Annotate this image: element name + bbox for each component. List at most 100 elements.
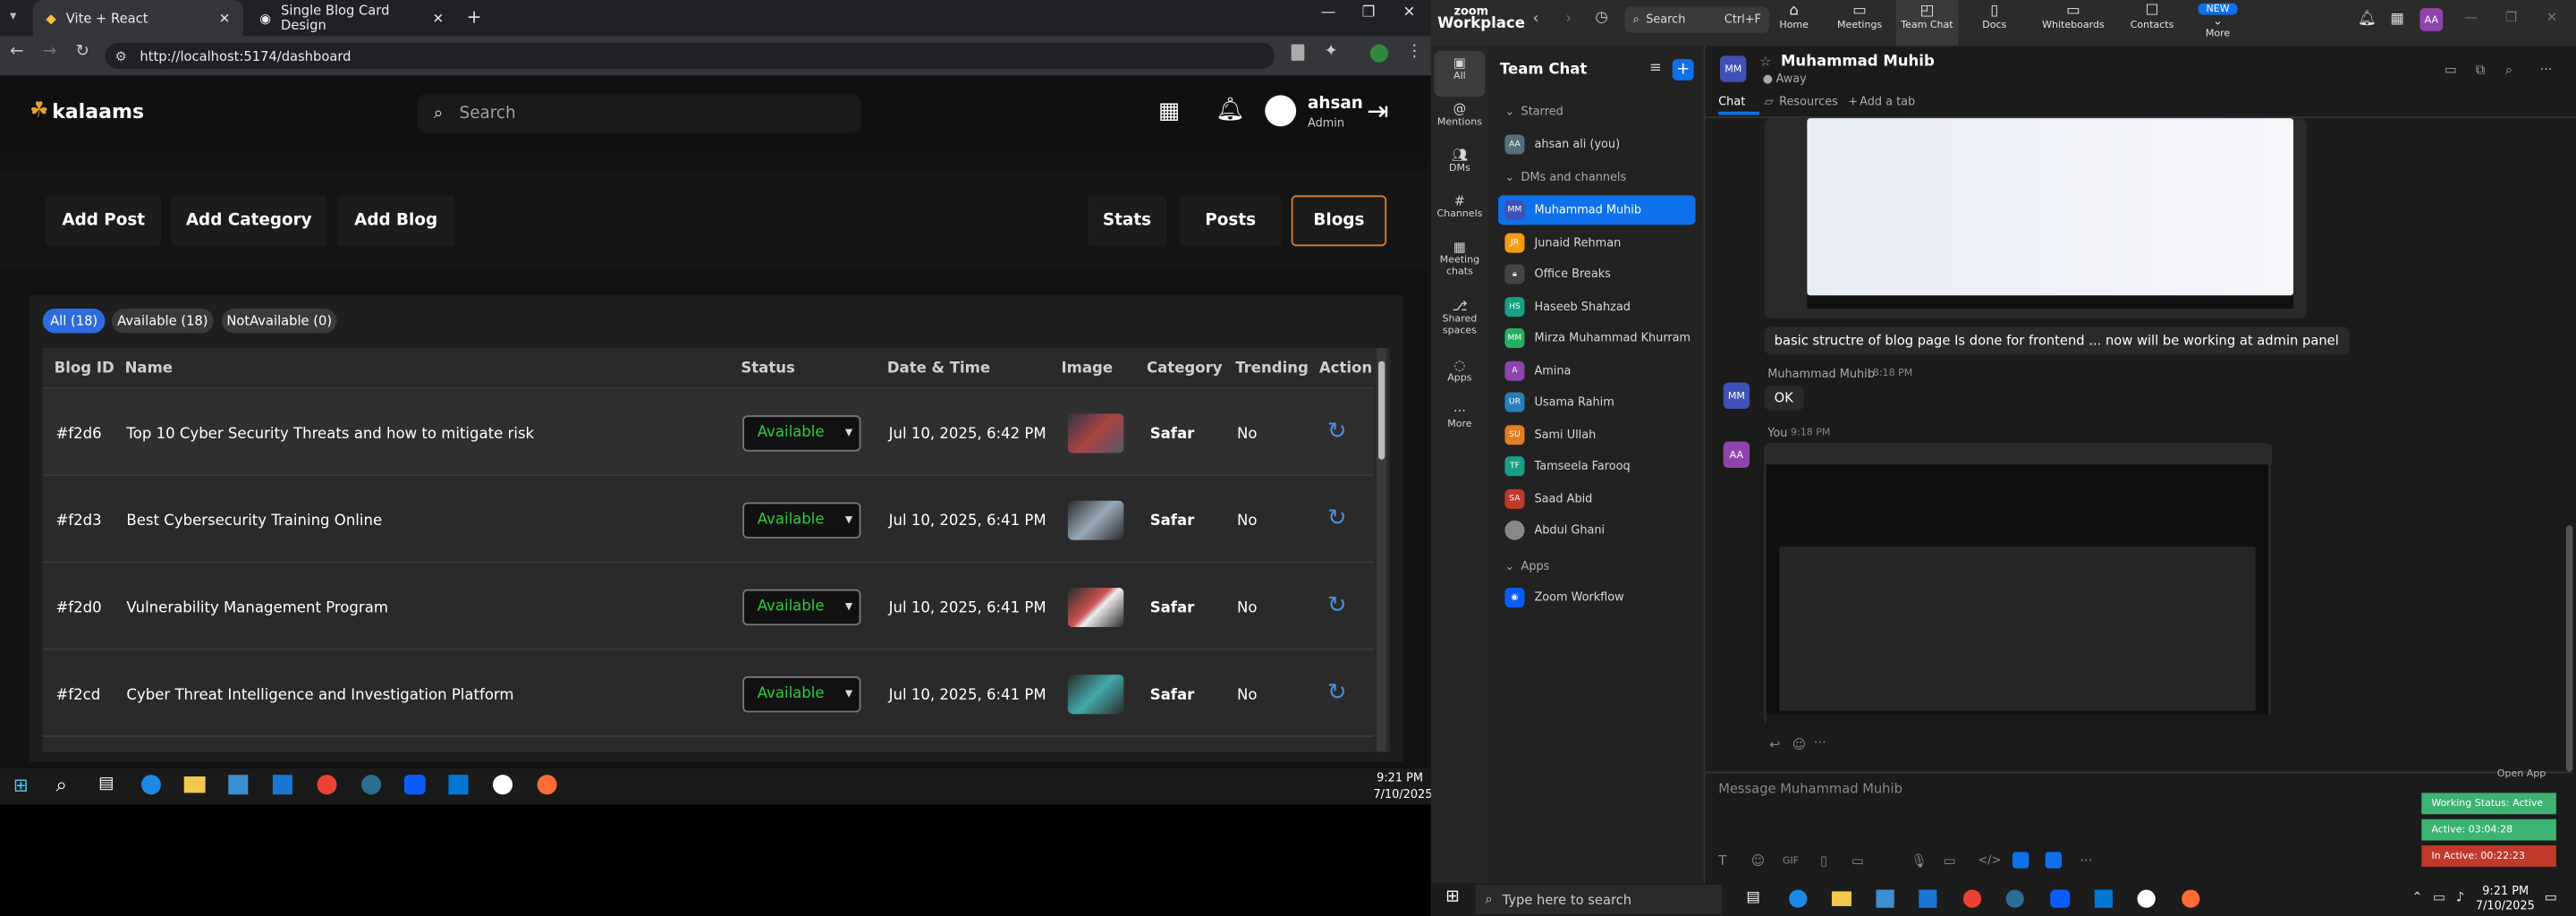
gif-icon[interactable]: GIF <box>1783 855 1799 867</box>
tab-resources[interactable]: Resources <box>1779 95 1838 108</box>
logo[interactable]: ☘ kalaams <box>30 98 144 123</box>
new-chat-icon[interactable]: + <box>1672 59 1694 81</box>
rail-all[interactable]: ▣ All <box>1434 50 1486 98</box>
postman-icon[interactable] <box>537 775 557 795</box>
add-blog-button[interactable]: Add Blog <box>336 195 455 247</box>
col-category[interactable]: Category <box>1147 361 1223 377</box>
screenshot-icon[interactable]: ▭ <box>1852 853 1864 869</box>
section-starred[interactable]: ⌄ Starred <box>1498 97 1695 126</box>
chat-item[interactable]: SA Saad Abid <box>1498 484 1695 513</box>
network-icon[interactable]: ▭ <box>2433 890 2445 905</box>
chat-item-me[interactable]: AA ahsan ali (you) <box>1498 130 1695 159</box>
notification-icon[interactable]: ▭ <box>2545 890 2557 905</box>
nav-meetings[interactable]: ▭ Meetings <box>1834 4 1886 31</box>
chat-title[interactable]: Muhammad Muhib <box>1781 55 1935 71</box>
composer-input[interactable]: Message Muhammad Muhib <box>1718 782 1902 797</box>
bell-icon[interactable]: 🔔︎ <box>1216 97 1245 123</box>
emoji-icon[interactable]: ☺ <box>1792 737 1806 752</box>
microphone-icon[interactable]: 🎙︎ <box>1911 853 1928 869</box>
app-icon[interactable] <box>493 775 513 795</box>
user-avatar[interactable] <box>1265 95 1297 127</box>
new-tab-icon[interactable]: + <box>467 6 482 28</box>
star-icon[interactable]: ☆ <box>1759 55 1771 70</box>
rail-apps[interactable]: ◌ Apps <box>1434 358 1485 384</box>
reload-icon[interactable]: ↻ <box>75 43 89 61</box>
file-icon[interactable]: ▯ <box>1820 853 1827 869</box>
code-icon[interactable]: </> <box>1978 853 2001 867</box>
forward-icon[interactable]: → <box>43 43 56 61</box>
nav-whiteboards[interactable]: ▭ Whiteboards <box>2034 4 2113 31</box>
rail-channels[interactable]: # Channels <box>1434 194 1485 220</box>
refresh-icon[interactable]: ↻ <box>1327 680 1347 706</box>
app-icon[interactable] <box>2045 852 2063 869</box>
tab-chat[interactable]: Chat <box>1718 95 1760 115</box>
folder-icon[interactable] <box>183 776 206 793</box>
tab-vite[interactable]: ◆ Vite + React ✕ <box>32 0 243 37</box>
windows-start-icon[interactable]: ⊞ <box>1445 888 1459 906</box>
minimize-icon[interactable]: — <box>2464 10 2478 25</box>
refresh-icon[interactable]: ↻ <box>1327 592 1347 618</box>
edge-icon[interactable] <box>1789 889 1808 908</box>
chat-item[interactable]: MM Mirza Muhammad Khurram <box>1498 324 1695 353</box>
history-icon[interactable]: ◷ <box>1595 10 1607 26</box>
task-view-icon[interactable]: ▤ <box>98 775 114 793</box>
col-image[interactable]: Image <box>1062 361 1114 377</box>
nav-more[interactable]: NEW ⌄ More <box>2198 3 2238 39</box>
bell-icon[interactable]: 🔔︎ <box>2358 12 2377 28</box>
zoom-search[interactable]: ⌕ Search Ctrl+F <box>1624 6 1770 33</box>
site-info-icon[interactable]: ⚙ <box>115 48 127 64</box>
status-select[interactable]: Available ▾ <box>742 415 861 452</box>
section-apps[interactable]: ⌄ Apps <box>1498 552 1695 581</box>
nav-contacts[interactable]: ☐ Contacts <box>2124 4 2180 31</box>
chat-item-zoom-workflow[interactable]: ◉ Zoom Workflow <box>1498 582 1695 612</box>
refresh-icon[interactable]: ↻ <box>1327 505 1347 531</box>
section-dms[interactable]: ⌄ DMs and channels <box>1498 163 1695 192</box>
close-window-icon[interactable]: ✕ <box>2546 10 2557 25</box>
vscode-icon[interactable] <box>2094 889 2113 908</box>
rail-shared-spaces[interactable]: ⎇ Shared spaces <box>1434 299 1485 336</box>
store-icon[interactable] <box>1876 889 1894 908</box>
logout-icon[interactable]: ⇥ <box>1367 95 1389 126</box>
back-icon[interactable]: ‹ <box>1533 12 1539 28</box>
posts-button[interactable]: Posts <box>1179 195 1282 247</box>
chat-item[interactable]: 🔒︎ Office Breaks <box>1498 259 1695 289</box>
profile-avatar[interactable] <box>1369 44 1389 63</box>
col-trending[interactable]: Trending <box>1235 361 1309 377</box>
reply-icon[interactable]: ↩ <box>1769 737 1780 752</box>
forward-icon[interactable]: › <box>1565 12 1572 28</box>
col-name[interactable]: Name <box>125 361 173 377</box>
chat-item[interactable]: Abdul Ghani <box>1498 515 1695 545</box>
maximize-icon[interactable]: ❐ <box>2505 10 2517 25</box>
search-icon[interactable]: ⌕ <box>2505 63 2512 79</box>
app-icon[interactable] <box>361 775 382 795</box>
ellipsis-icon[interactable]: ··· <box>2540 63 2553 78</box>
chat-item[interactable]: TF Tamseela Farooq <box>1498 452 1695 481</box>
add-category-button[interactable]: Add Category <box>171 195 327 247</box>
ellipsis-icon[interactable]: ··· <box>2080 853 2092 869</box>
kebab-menu-icon[interactable]: ⋮ <box>1406 43 1422 61</box>
zoom-icon[interactable] <box>403 775 426 795</box>
chat-item-muhammad-muhib[interactable]: MM Muhammad Muhib <box>1498 195 1696 225</box>
nav-docs[interactable]: ▯ Docs <box>1977 4 2012 31</box>
vscode-icon[interactable] <box>448 775 469 795</box>
outlook-icon[interactable] <box>272 775 292 795</box>
video-icon[interactable]: ▭ <box>2445 63 2457 78</box>
col-blog-id[interactable]: Blog ID <box>55 361 114 377</box>
status-select[interactable]: Available ▾ <box>742 676 861 713</box>
ellipsis-icon[interactable]: ··· <box>1814 735 1826 751</box>
close-icon[interactable]: ✕ <box>433 11 444 26</box>
format-icon[interactable]: T <box>1718 853 1726 869</box>
maximize-icon[interactable]: ❐ <box>1362 5 1376 21</box>
col-action[interactable]: Action <box>1319 361 1372 377</box>
postman-icon[interactable] <box>2182 889 2200 908</box>
screen-share-icon[interactable]: ⧉ <box>2476 63 2486 79</box>
filter-icon[interactable]: ≡ <box>1649 61 1662 77</box>
grid-apps-icon[interactable]: ▦ <box>1158 98 1180 124</box>
close-icon[interactable]: ✕ <box>219 11 230 26</box>
tab-blog-card[interactable]: ◉ Single Blog Card Design ✕ <box>247 0 457 36</box>
chrome-icon[interactable] <box>317 775 337 795</box>
screenshot-attachment[interactable] <box>1764 118 2307 319</box>
chat-scrollbar[interactable] <box>2565 525 2573 772</box>
col-date[interactable]: Date & Time <box>887 361 990 377</box>
open-app-link[interactable]: Open App <box>2497 768 2546 780</box>
